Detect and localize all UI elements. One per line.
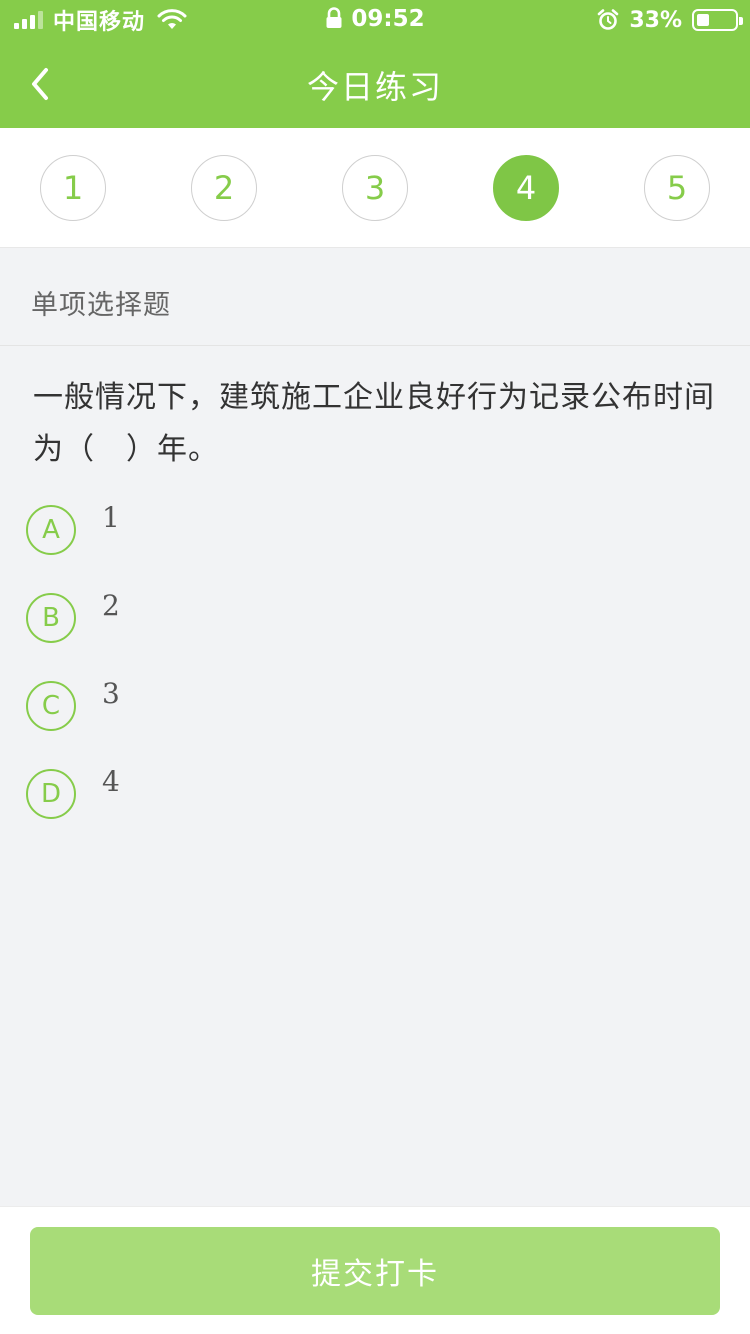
- option-text-c: 3: [102, 677, 120, 710]
- question-number-3[interactable]: 3: [342, 155, 408, 221]
- option-text-b: 2: [102, 589, 120, 622]
- status-bar: 中国移动 09:52 33%: [0, 0, 750, 40]
- question-number-4[interactable]: 4: [493, 155, 559, 221]
- question-number-1[interactable]: 1: [40, 155, 106, 221]
- submit-checkin-button[interactable]: 提交打卡: [30, 1227, 720, 1315]
- question-number-2[interactable]: 2: [191, 155, 257, 221]
- lock-icon: [326, 7, 342, 28]
- nav-bar: 今日练习: [0, 40, 750, 128]
- top-bar: 中国移动 09:52 33% 今日练习: [0, 0, 750, 128]
- battery-percent: 33%: [629, 7, 682, 33]
- status-time: 09:52: [351, 6, 425, 32]
- question-text: 一般情况下，建筑施工企业良好行为记录公布时间为（ ）年。: [33, 380, 715, 467]
- option-d[interactable]: D 4: [26, 765, 426, 821]
- alarm-clock-icon: [598, 9, 619, 30]
- question-number-5[interactable]: 5: [644, 155, 710, 221]
- bottom-bar: 提交打卡: [0, 1206, 750, 1334]
- option-c[interactable]: C 3: [26, 677, 426, 733]
- option-b[interactable]: B 2: [26, 589, 426, 645]
- page-title: 今日练习: [306, 68, 443, 106]
- option-letter-a: A: [26, 505, 76, 555]
- option-text-d: 4: [102, 765, 120, 798]
- option-a[interactable]: A 1: [26, 501, 426, 557]
- option-letter-b: B: [26, 593, 76, 643]
- question-type-label: 单项选择题: [31, 290, 171, 321]
- question-number-bar: 1 2 3 4 5: [0, 128, 750, 248]
- divider: [0, 345, 750, 346]
- option-text-a: 1: [102, 501, 120, 534]
- status-right: 33%: [597, 6, 743, 34]
- battery-icon: [692, 9, 743, 31]
- option-letter-d: D: [26, 769, 76, 819]
- app-screen: 中国移动 09:52 33% 今日练习 1 2 3 4 5 单项选择题 一般情况…: [0, 0, 750, 1334]
- option-letter-c: C: [26, 681, 76, 731]
